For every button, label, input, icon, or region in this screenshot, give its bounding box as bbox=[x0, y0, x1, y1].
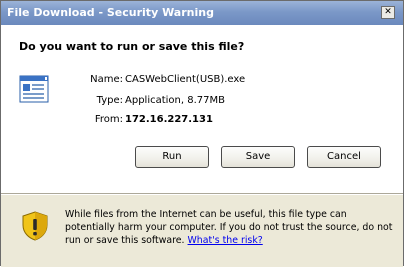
window-title: File Download - Security Warning bbox=[7, 6, 214, 19]
warning-line-3: run or save this software. What's the ri… bbox=[65, 234, 395, 247]
cancel-button[interactable]: Cancel bbox=[307, 146, 381, 168]
prompt-question: Do you want to run or save this file? bbox=[19, 40, 245, 53]
warning-line-1: While files from the Internet can be use… bbox=[65, 209, 347, 220]
from-label: From: bbox=[94, 114, 123, 125]
run-button[interactable]: Run bbox=[135, 146, 209, 168]
type-label: Type: bbox=[96, 95, 123, 106]
security-warning-panel: While files from the Internet can be use… bbox=[1, 195, 403, 267]
save-button[interactable]: Save bbox=[221, 146, 295, 168]
file-name-value: CASWebClient(USB).exe bbox=[125, 74, 246, 85]
file-type-value: Application, 8.77MB bbox=[125, 95, 225, 106]
name-label: Name: bbox=[90, 74, 123, 85]
warning-line-3-text: run or save this software. bbox=[65, 235, 185, 246]
whats-the-risk-link[interactable]: What's the risk? bbox=[188, 235, 263, 246]
warning-line-2: potentially harm your computer. If you d… bbox=[65, 222, 393, 233]
dialog-content: Do you want to run or save this file? Na… bbox=[1, 25, 403, 193]
close-button[interactable]: ✕ bbox=[381, 6, 395, 19]
title-bar[interactable]: File Download - Security Warning ✕ bbox=[1, 1, 403, 25]
shield-warning-icon bbox=[22, 211, 48, 241]
source-value: 172.16.227.131 bbox=[125, 114, 213, 125]
executable-file-icon bbox=[19, 75, 49, 103]
warning-message: While files from the Internet can be use… bbox=[65, 208, 395, 247]
close-icon: ✕ bbox=[384, 7, 392, 17]
file-download-dialog: File Download - Security Warning ✕ Do yo… bbox=[0, 0, 404, 267]
